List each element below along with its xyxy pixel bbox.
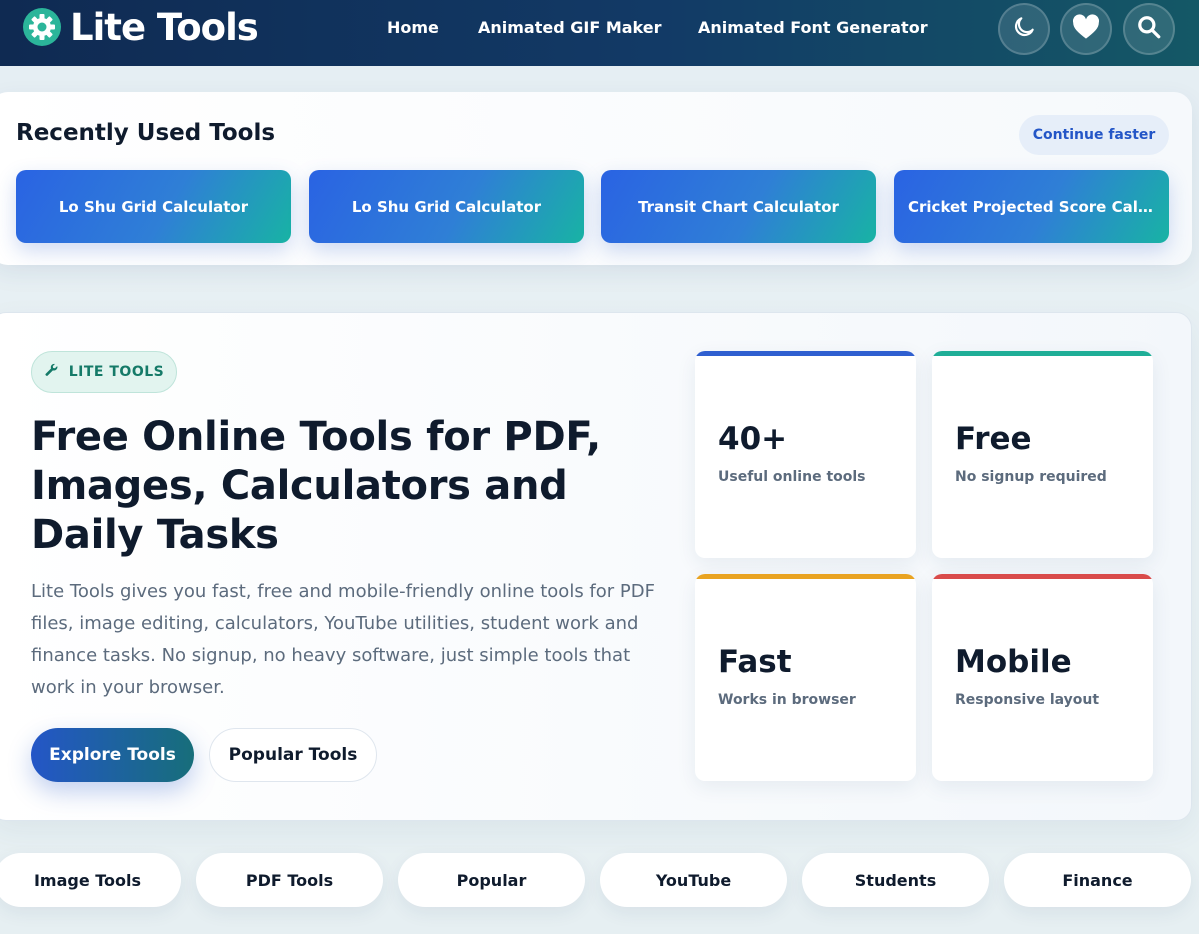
recent-tool-label: Lo Shu Grid Calculator bbox=[58, 197, 249, 216]
continue-faster-button[interactable]: Continue faster bbox=[1019, 115, 1169, 155]
nav-home[interactable]: Home bbox=[387, 18, 439, 37]
category-youtube[interactable]: YouTube bbox=[600, 853, 787, 907]
explore-tools-button[interactable]: Explore Tools bbox=[31, 728, 194, 782]
stat-accent-bar bbox=[932, 351, 1153, 356]
recently-used-title: Recently Used Tools bbox=[16, 120, 276, 146]
category-image-tools[interactable]: Image Tools bbox=[0, 853, 181, 907]
moon-icon bbox=[1011, 14, 1037, 44]
site-header: Lite Tools Home Animated GIF Maker Anima… bbox=[0, 0, 1199, 66]
stat-accent-bar bbox=[695, 351, 916, 356]
recent-tool-label: Lo Shu Grid Calculator bbox=[351, 197, 542, 216]
logo-text: Lite Tools bbox=[70, 5, 259, 49]
recent-tool-button[interactable]: Lo Shu Grid Calculator bbox=[16, 170, 291, 243]
category-popular[interactable]: Popular bbox=[398, 853, 585, 907]
favorites-button[interactable] bbox=[1060, 3, 1112, 55]
stat-accent-bar bbox=[695, 574, 916, 579]
recent-tool-button[interactable]: Transit Chart Calculator bbox=[601, 170, 876, 243]
recent-tool-button[interactable]: Cricket Projected Score Calculator bbox=[894, 170, 1169, 243]
stat-label: Works in browser bbox=[718, 692, 856, 708]
category-finance[interactable]: Finance bbox=[1004, 853, 1191, 907]
stat-card-mobile: Mobile Responsive layout bbox=[932, 574, 1153, 781]
recent-tool-label: Cricket Projected Score Calculator bbox=[908, 197, 1155, 216]
stat-accent-bar bbox=[932, 574, 1153, 579]
hero-title: Free Online Tools for PDF, Images, Calcu… bbox=[31, 414, 601, 558]
nav-animated-font-generator[interactable]: Animated Font Generator bbox=[698, 18, 928, 37]
search-icon bbox=[1136, 14, 1162, 44]
stat-card-tools: 40+ Useful online tools bbox=[695, 351, 916, 558]
stat-value: Mobile bbox=[955, 644, 1072, 680]
popular-tools-button[interactable]: Popular Tools bbox=[209, 728, 377, 782]
recent-tool-button[interactable]: Lo Shu Grid Calculator bbox=[309, 170, 584, 243]
category-pdf-tools[interactable]: PDF Tools bbox=[196, 853, 383, 907]
search-button[interactable] bbox=[1123, 3, 1175, 55]
hero-badge: LITE TOOLS bbox=[31, 351, 177, 393]
stat-value: 40+ bbox=[718, 421, 788, 457]
hero-badge-label: LITE TOOLS bbox=[68, 364, 165, 380]
dark-mode-button[interactable] bbox=[998, 3, 1050, 55]
stat-card-fast: Fast Works in browser bbox=[695, 574, 916, 781]
logo[interactable]: Lite Tools bbox=[22, 5, 259, 49]
heart-icon bbox=[1072, 14, 1100, 44]
recent-tool-label: Transit Chart Calculator bbox=[638, 197, 839, 216]
stat-value: Free bbox=[955, 421, 1032, 457]
hero-description: Lite Tools gives you fast, free and mobi… bbox=[31, 581, 655, 698]
stat-value: Fast bbox=[718, 644, 792, 680]
category-students[interactable]: Students bbox=[802, 853, 989, 907]
stat-label: Responsive layout bbox=[955, 692, 1100, 708]
nav-animated-gif-maker[interactable]: Animated GIF Maker bbox=[478, 18, 662, 37]
stat-label: No signup required bbox=[955, 469, 1107, 485]
stat-card-free: Free No signup required bbox=[932, 351, 1153, 558]
stat-label: Useful online tools bbox=[718, 469, 866, 485]
gear-icon bbox=[22, 7, 62, 47]
wrench-icon bbox=[44, 363, 59, 382]
